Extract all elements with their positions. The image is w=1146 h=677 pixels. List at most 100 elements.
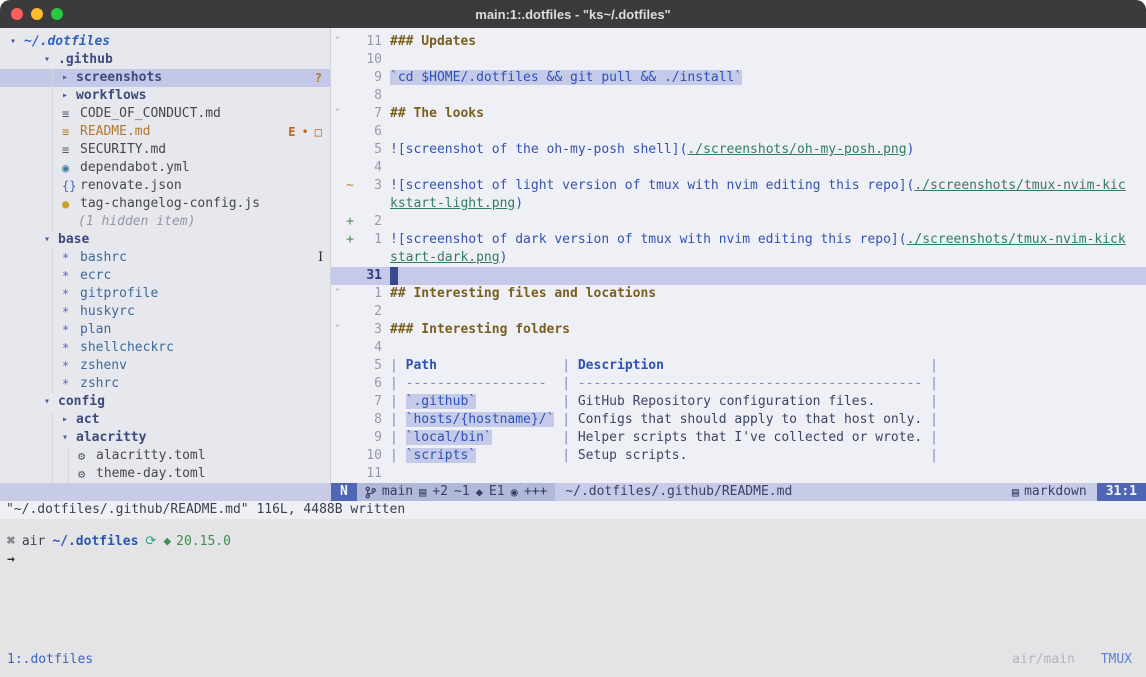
editor-line[interactable]: ~3![screenshot of light version of tmux … (331, 177, 1146, 195)
editor-line[interactable]: 5| Path | Description | (331, 357, 1146, 375)
chevron-down-icon[interactable]: ▾ (62, 429, 76, 447)
tree-item-folder-screenshots[interactable]: ▸screenshots? (0, 69, 330, 87)
git-sign (344, 303, 356, 321)
editor-line[interactable]: 9`cd $HOME/.dotfiles && git pull && ./in… (331, 69, 1146, 87)
line-number: 31 (356, 267, 382, 285)
editor-line[interactable]: 31 (331, 267, 1146, 285)
minimize-button[interactable] (31, 8, 43, 20)
editor-line[interactable]: 4 (331, 339, 1146, 357)
tree-item-folder-act[interactable]: ▸act (0, 411, 330, 429)
syntax-tcode: `.github` (406, 394, 476, 409)
syntax-tpipe: | (390, 448, 406, 463)
chevron-right-icon[interactable]: ▸ (62, 87, 76, 105)
editor-line[interactable]: 8| `hosts/{hostname}/` | Configs that sh… (331, 411, 1146, 429)
tree-item-file-ecrc[interactable]: *ecrc (0, 267, 330, 285)
close-button[interactable] (11, 8, 23, 20)
tree-item-folder-alacritty[interactable]: ▾alacritty (0, 429, 330, 447)
tree-item-file-zshrc[interactable]: *zshrc (0, 375, 330, 393)
tree-item-file-renovate[interactable]: {}renovate.json (0, 177, 330, 195)
tree-item-file-dependabot[interactable]: ◉dependabot.yml (0, 159, 330, 177)
editor-line[interactable]: 8 (331, 87, 1146, 105)
editor-line[interactable]: 6| ------------------ | ----------------… (331, 375, 1146, 393)
zoom-button[interactable] (51, 8, 63, 20)
chevron-down-icon[interactable]: ▾ (10, 33, 24, 51)
syntax-ttext: Helper scripts that I've collected or wr… (578, 430, 922, 445)
editor-line[interactable]: kstart-light.png) (331, 195, 1146, 213)
modified-icon: ◉ (511, 483, 518, 501)
syntax-codespan: `cd $HOME/.dotfiles && git pull && ./ins… (390, 70, 742, 85)
editor-line[interactable]: ˇ3### Interesting folders (331, 321, 1146, 339)
editor-line[interactable]: ˇ1## Interesting files and locations (331, 285, 1146, 303)
tree-item-folder-config[interactable]: ▾config (0, 393, 330, 411)
editor-line[interactable]: 2 (331, 303, 1146, 321)
chevron-down-icon[interactable]: ▾ (44, 231, 58, 249)
tree-item-file-shellcheckrc[interactable]: *shellcheckrc (0, 339, 330, 357)
tree-item-root-dotfiles[interactable]: ▾~/.dotfiles (0, 33, 330, 51)
editor-line[interactable]: +1![screenshot of dark version of tmux w… (331, 231, 1146, 249)
editor-line[interactable]: 5![screenshot of the oh-my-posh shell](.… (331, 141, 1146, 159)
tree-item-folder-workflows[interactable]: ▸workflows (0, 87, 330, 105)
tree-item-file-code-of-conduct[interactable]: ≡CODE_OF_CONDUCT.md (0, 105, 330, 123)
git-sign: ~ (344, 177, 356, 195)
tree-item-file-gitprofile[interactable]: *gitprofile (0, 285, 330, 303)
prompt-arrow[interactable]: → (7, 551, 1146, 569)
tree-item-file-alacritty-toml[interactable]: ⚙alacritty.toml (0, 447, 330, 465)
editor-line[interactable]: ˇ7## The looks (331, 105, 1146, 123)
neotree-sidebar[interactable]: ▾~/.dotfiles▾.github▸screenshots?▸workfl… (0, 28, 331, 483)
tree-item-file-bashrc[interactable]: *bashrc (0, 249, 330, 267)
tree-item-folder-base[interactable]: ▾base (0, 231, 330, 249)
shell-icon: * (62, 267, 80, 285)
editor-line[interactable]: 7| `.github` | GitHub Repository configu… (331, 393, 1146, 411)
fold-open-icon[interactable]: ˇ (331, 105, 344, 123)
chevron-right-icon[interactable]: ▸ (62, 411, 76, 429)
fold-open-icon[interactable]: ˇ (331, 321, 344, 339)
editor-line[interactable]: +2 (331, 213, 1146, 231)
fold-open-icon[interactable]: ˇ (331, 33, 344, 51)
tree-item-file-tag-changelog[interactable]: ●tag-changelog-config.js (0, 195, 330, 213)
tree-item-folder-github[interactable]: ▾.github (0, 51, 330, 69)
terminal-shell[interactable]: ⌘ air ~/.dotfiles ⟳ ◆ 20.15.0 → 1:.dotfi… (0, 519, 1146, 677)
tree-item-file-zshenv[interactable]: *zshenv (0, 357, 330, 375)
editor-line[interactable]: 9| `local/bin` | Helper scripts that I'v… (331, 429, 1146, 447)
markdown-icon: ≡ (62, 141, 80, 159)
editor-line[interactable]: 6 (331, 123, 1146, 141)
syntax-heading: ### Updates (390, 34, 476, 49)
line-text: ## The looks (390, 105, 1146, 123)
tree-item-label: act (76, 411, 99, 429)
fold-column (331, 375, 344, 393)
line-number: 10 (356, 51, 382, 69)
tree-item-file-security[interactable]: ≡SECURITY.md (0, 141, 330, 159)
chevron-right-icon[interactable]: ▸ (62, 69, 76, 87)
gutter-gap (382, 357, 390, 375)
tree-item-file-huskyrc[interactable]: *huskyrc (0, 303, 330, 321)
shell-host: air (22, 533, 45, 551)
gutter-gap (382, 375, 390, 393)
syntax-tpipe: | (390, 394, 406, 409)
line-text: `cd $HOME/.dotfiles && git pull && ./ins… (390, 69, 1146, 87)
fold-open-icon[interactable]: ˇ (331, 285, 344, 303)
line-number: 5 (356, 141, 382, 159)
syntax-tpipe: | (562, 412, 578, 427)
editor-line[interactable]: 10 (331, 51, 1146, 69)
editor-pane[interactable]: ˇ11### Updates109`cd $HOME/.dotfiles && … (331, 28, 1146, 483)
tree-item-label: gitprofile (80, 285, 158, 303)
tree-item-label: CODE_OF_CONDUCT.md (80, 105, 221, 123)
fold-column (331, 177, 344, 195)
editor-line[interactable]: 4 (331, 159, 1146, 177)
gutter-gap (382, 339, 390, 357)
tree-item-file-readme[interactable]: ≡README.mdE•□ (0, 123, 330, 141)
editor-line[interactable]: start-dark.png) (331, 249, 1146, 267)
tree-item-file-theme-day-toml[interactable]: ⚙theme-day.toml (0, 465, 330, 483)
line-text: ### Updates (390, 33, 1146, 51)
editor-line[interactable]: 10| `scripts` | Setup scripts. | (331, 447, 1146, 465)
tmux-window-tab[interactable]: 1:.dotfiles (7, 651, 93, 669)
tree-item-label: tag-changelog-config.js (80, 195, 260, 213)
chevron-down-icon[interactable]: ▾ (44, 393, 58, 411)
tree-item-hidden-items-info[interactable]: (1 hidden item) (0, 213, 330, 231)
chevron-down-icon[interactable]: ▾ (44, 51, 58, 69)
editor-line[interactable]: 11 (331, 465, 1146, 483)
line-text (390, 51, 1146, 69)
tree-item-file-plan[interactable]: *plan (0, 321, 330, 339)
gutter-gap (382, 195, 390, 213)
editor-line[interactable]: ˇ11### Updates (331, 33, 1146, 51)
